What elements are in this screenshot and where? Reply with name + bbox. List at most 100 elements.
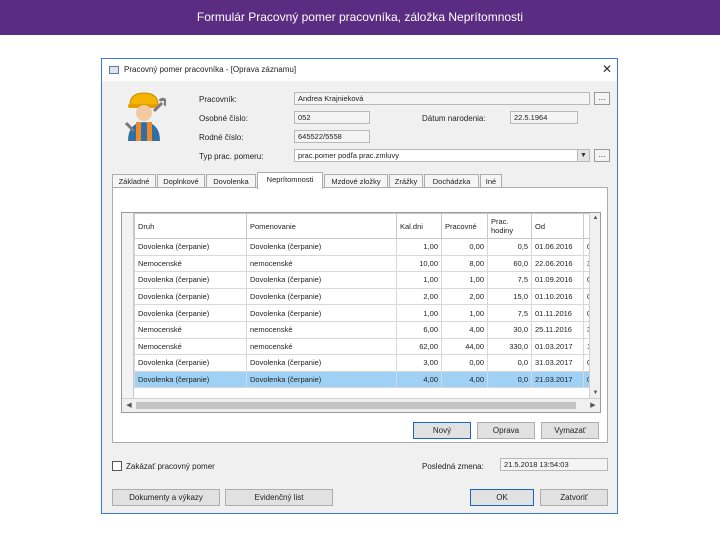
table-cell: 0,0 xyxy=(487,370,532,389)
tab-dovolenka[interactable]: Dovolenka xyxy=(206,174,256,188)
absences-grid[interactable]: Druh Pomenovanie Kal.dni Pracovné Prac. … xyxy=(121,212,601,413)
table-row[interactable]: Nemocenské nemocenské 10,00 8,00 60,0 22.06.2… xyxy=(134,254,596,273)
column-header-prac-hodiny[interactable]: Prac. hodiny xyxy=(487,213,532,239)
table-cell: nemocenské xyxy=(246,337,397,356)
row-header-column xyxy=(122,213,134,398)
column-header-od[interactable]: Od xyxy=(531,213,584,239)
table-cell: 60,0 xyxy=(487,254,532,273)
table-cell: 8,00 xyxy=(441,254,488,273)
table-cell: 2,00 xyxy=(441,287,488,306)
table-cell: Dovolenka (čerpanie) xyxy=(246,370,397,389)
tab-mzdove-zlozky[interactable]: Mzdové zložky xyxy=(324,174,388,188)
tab-dochadzka[interactable]: Dochádzka xyxy=(424,174,479,188)
table-row[interactable]: Dovolenka (čerpanie) Dovolenka (čerpanie)… xyxy=(134,287,596,306)
vertical-scrollbar[interactable]: ▲ ▼ xyxy=(589,213,600,398)
table-cell: 62,00 xyxy=(396,337,442,356)
zakazat-checkbox[interactable] xyxy=(112,461,122,471)
table-cell: 6,00 xyxy=(396,320,442,339)
table-cell: Dovolenka (čerpanie) xyxy=(134,354,247,372)
table-cell: 44,00 xyxy=(441,337,488,356)
table-cell: 30,0 xyxy=(487,320,532,339)
column-header-pracovne[interactable]: Pracovné xyxy=(441,213,488,239)
dokumenty-button[interactable]: Dokumenty a výkazy xyxy=(112,489,220,506)
table-cell: nemocenské xyxy=(246,254,397,273)
oprava-button[interactable]: Oprava xyxy=(477,422,535,439)
table-cell: Dovolenka (čerpanie) xyxy=(134,370,247,389)
table-row[interactable]: Nemocenské nemocenské 62,00 44,00 330,0 01.03… xyxy=(134,337,596,356)
table-row[interactable]: Dovolenka (čerpanie) Dovolenka (čerpanie)… xyxy=(134,271,596,289)
slide-title: Formulár Pracovný pomer pracovníka, zálo… xyxy=(0,0,720,35)
pracovnik-browse-button[interactable]: ... xyxy=(594,92,610,105)
table-cell: 01.06.2016 xyxy=(531,238,584,256)
table-cell: 7,5 xyxy=(487,304,532,322)
table-cell: 3,00 xyxy=(396,354,442,372)
tab-doplnkove[interactable]: Doplnkové xyxy=(157,174,205,188)
table-row[interactable]: Nemocenské nemocenské 6,00 4,00 30,0 25.11.20… xyxy=(134,320,596,339)
table-cell: 4,00 xyxy=(441,370,488,389)
column-header-kal-dni[interactable]: Kal.dni xyxy=(396,213,442,239)
tab-zrazky[interactable]: Zrážky xyxy=(389,174,423,188)
table-cell: 1,00 xyxy=(396,304,442,322)
vymazat-button[interactable]: Vymazať xyxy=(541,422,599,439)
table-row[interactable]: Dovolenka (čerpanie) Dovolenka (čerpanie)… xyxy=(134,304,596,322)
table-cell: Dovolenka (čerpanie) xyxy=(134,304,247,322)
table-cell: 25.11.2016 xyxy=(531,320,584,339)
table-cell: nemocenské xyxy=(246,320,397,339)
tab-ine[interactable]: Iné xyxy=(480,174,502,188)
scroll-right-icon[interactable]: ▶ xyxy=(587,400,599,412)
evidencny-list-button[interactable]: Evidenčný list xyxy=(225,489,333,506)
pracovnik-label: Pracovník: xyxy=(199,95,237,104)
novy-button[interactable]: Nový xyxy=(413,422,471,439)
table-cell: 1,00 xyxy=(441,304,488,322)
window-title: Pracovný pomer pracovníka - [Oprava zázn… xyxy=(124,65,297,74)
rodne-cislo-field[interactable]: 645522/5558 xyxy=(294,130,370,143)
table-cell: 22.06.2016 xyxy=(531,254,584,273)
zatvorit-button[interactable]: Zatvoriť xyxy=(540,489,608,506)
column-header-druh[interactable]: Druh xyxy=(134,213,247,239)
table-row[interactable]: Dovolenka (čerpanie) Dovolenka (čerpanie)… xyxy=(134,238,596,256)
tab-zakladne[interactable]: Základné xyxy=(112,174,156,188)
table-cell: 0,5 xyxy=(487,238,532,256)
scroll-left-icon[interactable]: ◀ xyxy=(123,400,135,412)
table-cell: Nemocenské xyxy=(134,337,247,356)
chevron-down-icon[interactable]: ▼ xyxy=(577,150,589,161)
typ-pomeru-browse-button[interactable]: ... xyxy=(594,149,610,162)
table-cell: 01.10.2016 xyxy=(531,287,584,306)
table-cell: 21.03.2017 xyxy=(531,370,584,389)
table-row[interactable]: Dovolenka (čerpanie) Dovolenka (čerpanie)… xyxy=(134,370,596,389)
table-cell: 15,0 xyxy=(487,287,532,306)
table-cell: Dovolenka (čerpanie) xyxy=(246,287,397,306)
table-cell: Dovolenka (čerpanie) xyxy=(134,287,247,306)
table-row[interactable]: Dovolenka (čerpanie) Dovolenka (čerpanie)… xyxy=(134,354,596,372)
table-cell: 0,00 xyxy=(441,238,488,256)
tab-nepritomnosti[interactable]: Neprítomnosti xyxy=(257,172,323,189)
scroll-up-icon[interactable]: ▲ xyxy=(590,213,600,223)
horizontal-scrollbar[interactable]: ◀ ▶ xyxy=(122,398,600,412)
table-cell: 01.03.2017 xyxy=(531,337,584,356)
scroll-down-icon[interactable]: ▼ xyxy=(590,388,600,398)
worker-helmet-wrench-icon xyxy=(124,92,166,141)
table-cell: Dovolenka (čerpanie) xyxy=(246,304,397,322)
ok-button[interactable]: OK xyxy=(470,489,534,506)
table-cell: 0,00 xyxy=(441,354,488,372)
typ-pomeru-label: Typ prac. pomeru: xyxy=(199,152,264,161)
absences-table: Druh Pomenovanie Kal.dni Pracovné Prac. … xyxy=(134,213,596,389)
table-cell: 330,0 xyxy=(487,337,532,356)
window-titlebar[interactable]: Pracovný pomer pracovníka - [Oprava zázn… xyxy=(102,59,617,81)
horizontal-scroll-thumb[interactable] xyxy=(136,402,576,409)
osobne-cislo-field[interactable]: 052 xyxy=(294,111,370,124)
column-header-pomenovanie[interactable]: Pomenovanie xyxy=(246,213,397,239)
table-header-row: Druh Pomenovanie Kal.dni Pracovné Prac. … xyxy=(134,213,596,239)
zakazat-label: Zakázať pracovný pomer xyxy=(126,462,215,471)
posledna-zmena-field: 21.5.2018 13:54:03 xyxy=(500,458,608,471)
table-cell: 10,00 xyxy=(396,254,442,273)
pracovnik-field[interactable]: Andrea Krajnieková xyxy=(294,92,590,105)
table-cell: Dovolenka (čerpanie) xyxy=(246,271,397,289)
window-icon xyxy=(109,66,119,74)
table-cell: 2,00 xyxy=(396,287,442,306)
table-cell: 7,5 xyxy=(487,271,532,289)
datum-narodenia-field[interactable]: 22.5.1964 xyxy=(510,111,578,124)
close-icon[interactable]: ✕ xyxy=(600,62,614,76)
typ-pomeru-select[interactable]: prac.pomer podľa prac.zmluvy ▼ xyxy=(294,149,590,162)
table-cell: Dovolenka (čerpanie) xyxy=(246,354,397,372)
